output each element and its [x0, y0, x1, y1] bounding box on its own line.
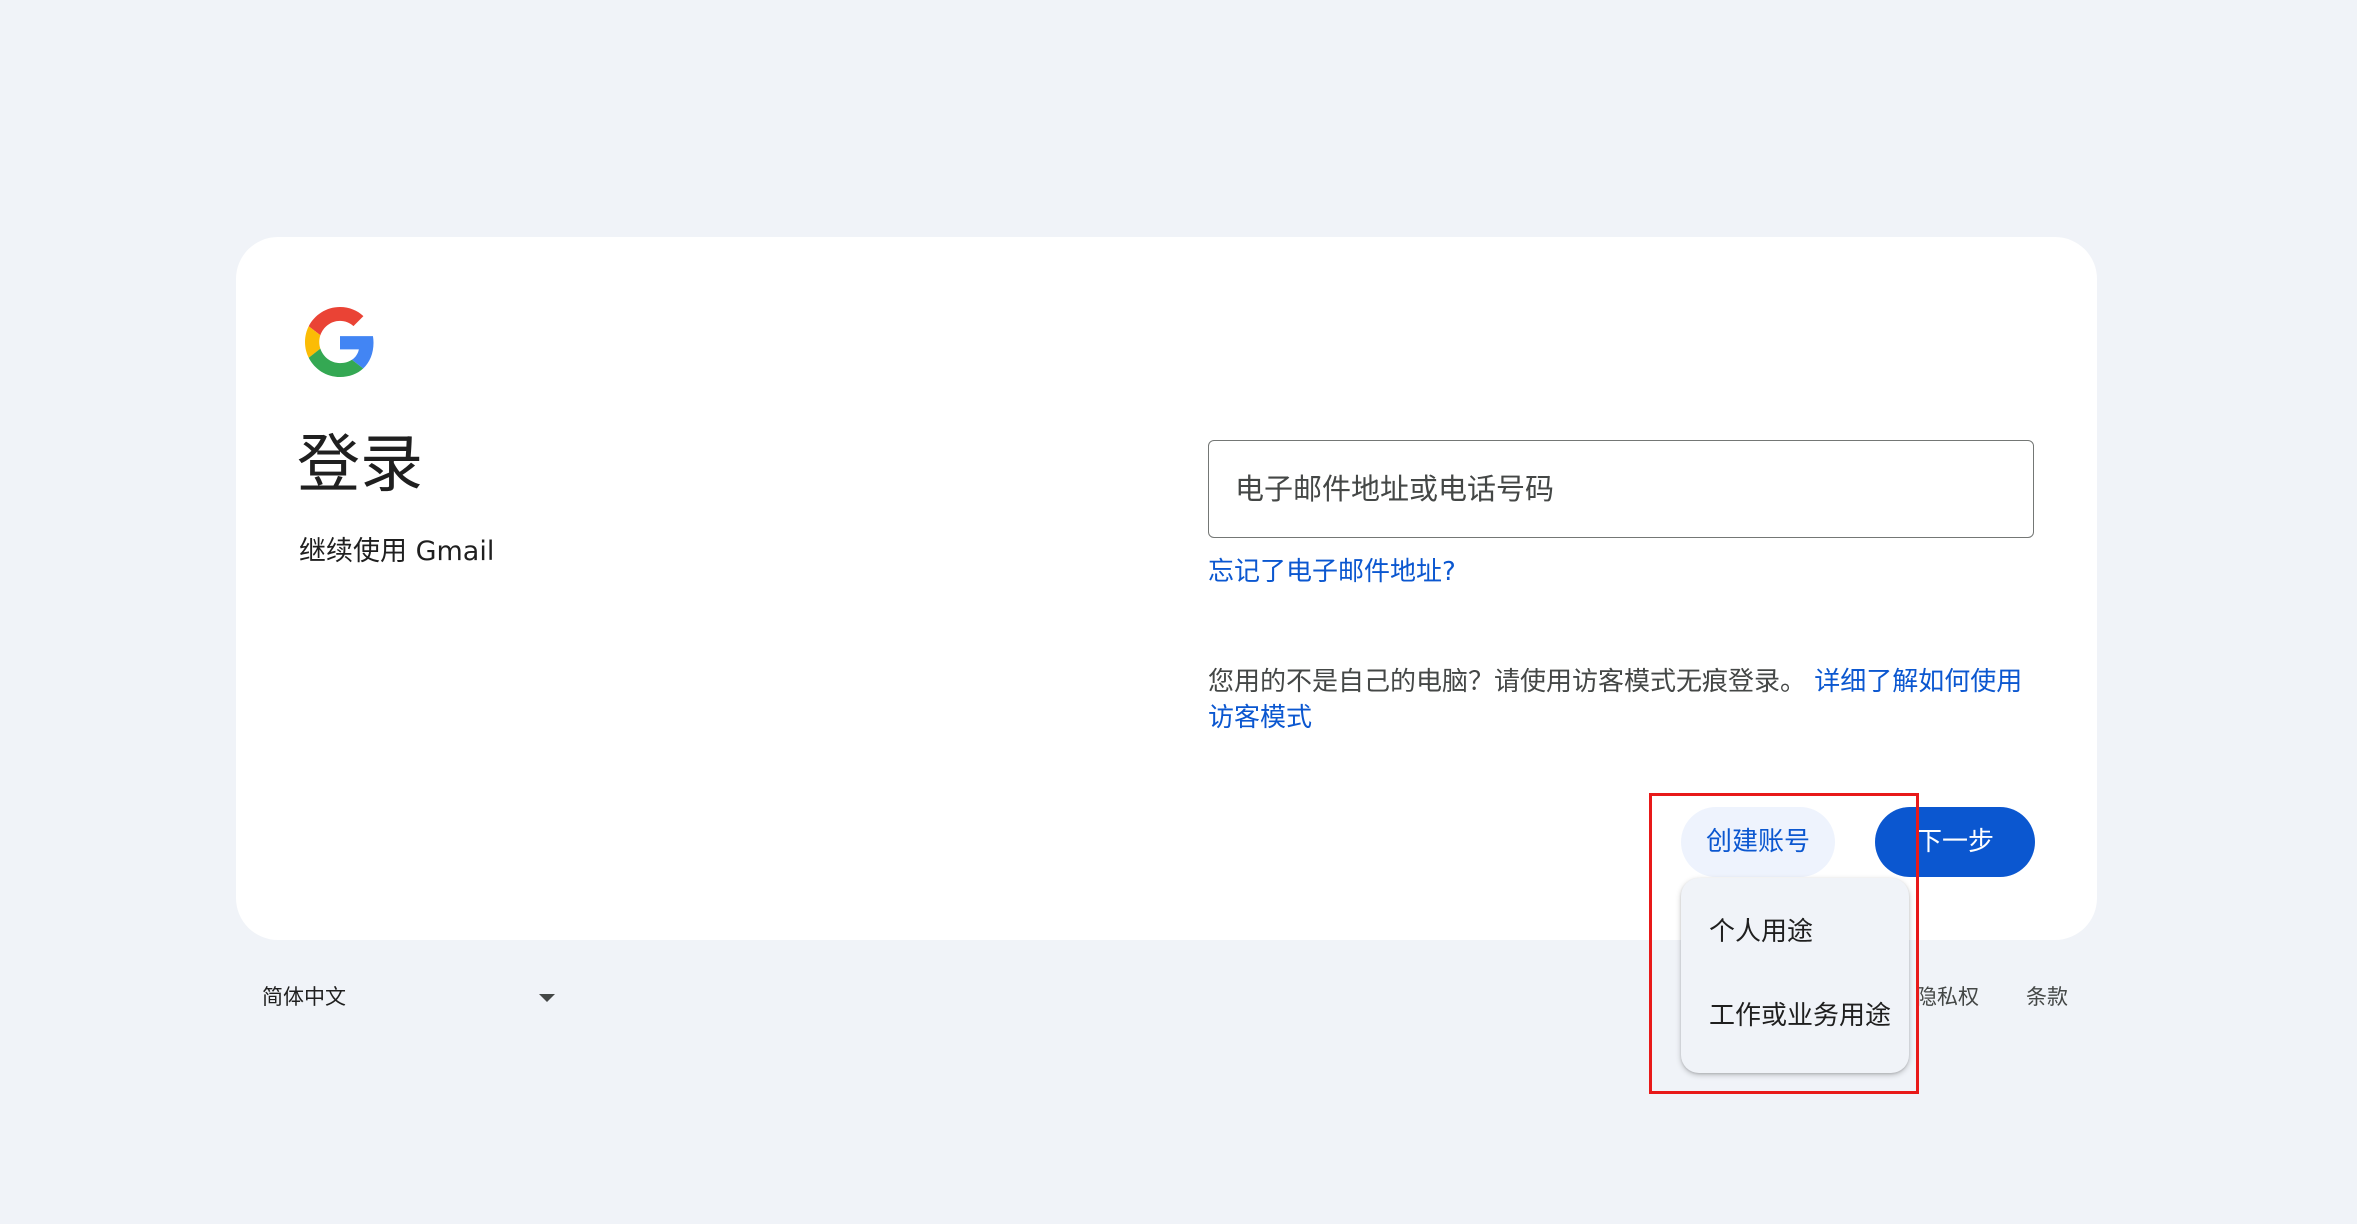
language-selector[interactable]: 简体中文	[262, 975, 560, 1019]
page-title: 登录	[297, 428, 423, 501]
highlight-annotation-box	[1649, 793, 1919, 1094]
privacy-link-clip: 隐私权	[1909, 975, 1979, 1019]
guest-mode-text: 您用的不是自己的电脑？请使用访客模式无痕登录。	[1208, 667, 1807, 697]
email-or-phone-input[interactable]	[1208, 440, 2034, 538]
terms-link[interactable]: 条款	[2026, 975, 2068, 1019]
page-subtitle: 继续使用 Gmail	[299, 536, 495, 567]
caret-down-icon	[539, 994, 555, 1002]
google-logo	[305, 307, 374, 377]
forgot-email-link[interactable]: 忘记了电子邮件地址?	[1208, 553, 1456, 591]
guest-mode-notice: 您用的不是自己的电脑？请使用访客模式无痕登录。 详细了解如何使用访客模式	[1208, 664, 2038, 736]
privacy-link[interactable]: 隐私权	[1916, 975, 1979, 1019]
language-selector-label: 简体中文	[262, 985, 346, 1009]
